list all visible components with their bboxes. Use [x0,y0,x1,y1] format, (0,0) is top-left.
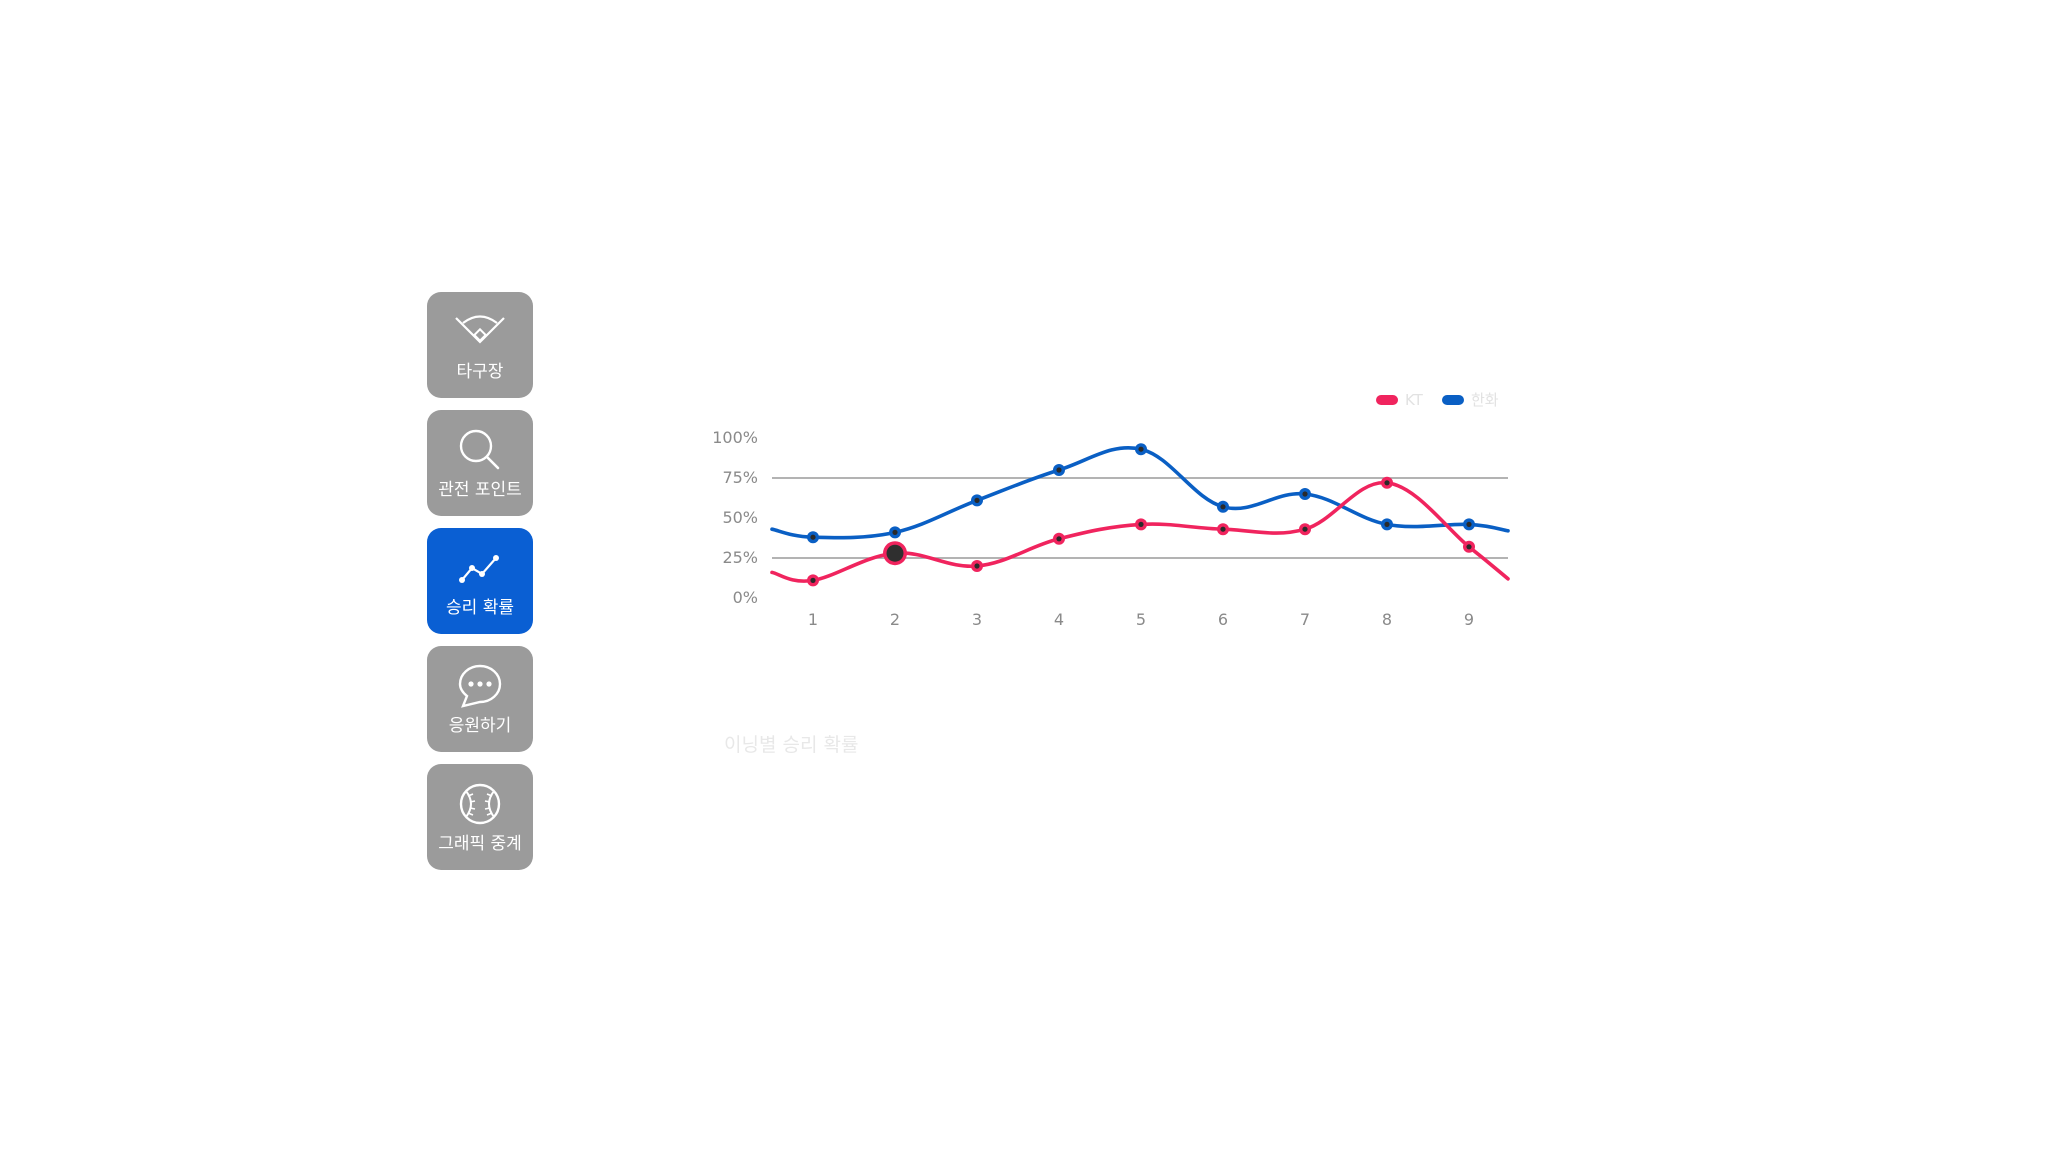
line-chart-icon [427,544,533,592]
highlight-point [886,544,904,562]
menu-item-win-probability[interactable]: 승리 확률 [427,528,533,634]
legend-swatch [1376,395,1398,405]
x-tick-label: 1 [808,610,818,629]
x-tick-label: 3 [972,610,982,629]
chart-canvas: 100% 75% 50% 25% 0% 1 2 3 4 5 6 7 8 9 KT 한화 [712,391,1510,629]
data-point-center [1220,526,1226,532]
data-point-center [1056,467,1062,473]
x-tick-label: 6 [1218,610,1228,629]
data-point-center [810,534,816,540]
legend-swatch [1442,395,1464,405]
x-tick-label: 4 [1054,610,1064,629]
menu-item-other-stadiums[interactable]: 타구장 [427,292,533,398]
x-tick-label: 7 [1300,610,1310,629]
menu-item-label: 관전 포인트 [438,480,522,500]
menu-item-label: 승리 확률 [446,598,514,618]
menu-item-watch-points[interactable]: 관전 포인트 [427,410,533,516]
baseball-field-icon [427,308,533,356]
chart-caption: 이닝별 승리 확률 [724,734,859,756]
y-tick-label: 75% [722,468,758,487]
y-tick-label: 25% [722,548,758,567]
y-tick-label: 50% [722,508,758,527]
data-point-center [1384,521,1390,527]
data-point-center [1056,536,1062,542]
menu-item-label: 응원하기 [448,716,512,736]
legend-label: 한화 [1471,391,1499,409]
menu-item-graphic-broadcast[interactable]: 그래픽 중계 [427,764,533,870]
baseball-icon [427,780,533,828]
search-icon [427,426,533,474]
data-point-center [1302,491,1308,497]
x-tick-label: 8 [1382,610,1392,629]
data-point-center [974,563,980,569]
menu-item-label: 타구장 [456,362,504,382]
x-tick-label: 9 [1464,610,1474,629]
y-tick-label: 100% [712,428,758,447]
legend-label: KT [1405,391,1424,409]
x-tick-label: 5 [1136,610,1146,629]
menu-item-label: 그래픽 중계 [438,834,522,854]
data-point-center [892,529,898,535]
data-point-center [1466,544,1472,550]
win-probability-chart: 100% 75% 50% 25% 0% 1 2 3 4 5 6 7 8 9 KT 한화 [700,380,1520,660]
page: 타구장 관전 포인트 승리 확률 응원하기 그래픽 중계 100% 75% 50… [0,0,2048,1150]
data-point-center [1138,521,1144,527]
x-tick-label: 2 [890,610,900,629]
data-point-center [1302,526,1308,532]
series-line-0 [770,480,1510,583]
y-tick-label: 0% [733,588,758,607]
data-point-center [1138,446,1144,452]
menu-item-cheer[interactable]: 응원하기 [427,646,533,752]
data-point-center [974,497,980,503]
data-point-center [1220,504,1226,510]
data-point-center [1466,521,1472,527]
data-point-center [1384,480,1390,486]
chat-bubble-icon [427,662,533,710]
data-point-center [810,577,816,583]
